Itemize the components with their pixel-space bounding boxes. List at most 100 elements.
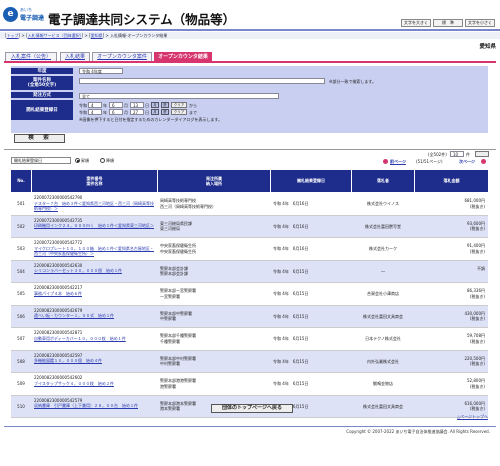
row-no: 504 <box>17 268 25 274</box>
row-place: 中村警察署 <box>160 361 180 366</box>
prev-arrow-icon[interactable] <box>383 159 388 164</box>
table-row: 506 220008230000054267​9 遺べい板・カウンター１，００式 始… <box>11 305 488 328</box>
row-case-name-link[interactable]: 遺べい板・カウンター１，００式 始め１件 <box>34 313 156 325</box>
from-year-input[interactable]: 4 <box>88 102 102 108</box>
row-date: 令和 4年 6月15日 <box>273 268 309 274</box>
row-case-name-link[interactable]: 収納書庫 引戸書庫（上下兼用）２８，００台 始め１件 <box>34 403 156 415</box>
order-desc-label: 降順 <box>106 158 114 163</box>
order-method-label: 発注方式 <box>11 92 73 99</box>
breadcrumb: [トップ] > [入札情報サービス（団体選択）] > [愛知県] > 入札情報-… <box>5 33 168 38</box>
row-winner: 株式会社富田謄写堂 <box>365 223 401 229</box>
table-row: 509 220008230000054260​2 ブイスタップサック４，０００枚 始… <box>11 373 488 396</box>
row-date: 令和 4年 6月16日 <box>273 201 309 206</box>
row-case-name-link[interactable]: マイクロプレート１０，１００箱 始め１件＜愛知県名古屋地区・西三河（中央家畜保健… <box>34 246 156 258</box>
case-name-input[interactable] <box>79 78 325 84</box>
year-select[interactable]: 令和 4年度 <box>79 68 123 74</box>
row-case-name-link[interactable]: 自動車用ボディーカバー１０，０００枚 始め１件 <box>34 336 156 348</box>
font-standard-button[interactable]: 標 準 <box>433 19 463 27</box>
table-row: 504 220008230000054263​0 シリコンラバーセット３０，０００個… <box>11 260 488 283</box>
row-winner: 日本テクノ株式会社 <box>365 336 401 341</box>
next-arrow-icon[interactable] <box>481 159 486 164</box>
back-to-org-top-button[interactable]: 団体のトップページへ戻る <box>211 404 293 413</box>
tab-bid-cases[interactable]: 入札案件（公告） <box>5 52 57 61</box>
row-date: 令和 4年 6月15日 <box>273 381 309 386</box>
table-row: 502 220007230000054273​5 印刷機用インク２４，０００ｍｌ 始… <box>11 215 488 238</box>
row-tax-note: (税抜き) <box>469 226 485 231</box>
per-page-apply-button[interactable] <box>475 151 489 157</box>
col-date: 開札結果登録日 <box>271 170 351 192</box>
per-page-suffix: 件 <box>466 152 470 157</box>
order-method-select[interactable]: 全て <box>79 93 279 99</box>
from-era: 令和 <box>79 103 87 108</box>
to-suffix: まで <box>189 110 197 115</box>
to-day-input[interactable]: 27 <box>130 109 144 115</box>
row-tax-note: (税抜き) <box>469 248 485 254</box>
from-dow: 月 <box>151 102 159 108</box>
from-clear-button[interactable]: クリア <box>171 102 187 108</box>
from-day-input[interactable]: 13 <box>130 102 144 108</box>
font-smaller-button[interactable]: 文字を小さく <box>465 19 495 27</box>
tab-bid-results[interactable]: 入札結果 <box>60 52 90 61</box>
from-day-unit: 日 <box>145 103 149 108</box>
row-date: 令和 4年 6月16日 <box>273 246 309 251</box>
breadcrumb-service[interactable]: 入札情報サービス（団体選択） <box>28 33 82 38</box>
app-title: 電子調達共同システム（物品等） <box>48 12 236 27</box>
row-tax-note: (税抜き) <box>469 406 485 411</box>
font-larger-button[interactable]: 文字を大きく <box>401 19 431 27</box>
logo-mark-icon: e <box>3 7 18 22</box>
aichi-logo[interactable]: e あいち 電子調達 <box>3 6 47 24</box>
col-winner: 落札者 <box>352 170 414 192</box>
breadcrumb-prefecture[interactable]: 愛知県 <box>91 33 103 38</box>
row-no: 505 <box>17 291 25 296</box>
tab-underline <box>4 61 496 63</box>
header: e あいち 電子調達 電子調達共同システム（物品等） 文字を大きく 標 準 文字… <box>0 0 500 28</box>
row-case-name-link[interactable]: シリコンラバーセット３０，０００個 始め１件 <box>34 268 156 280</box>
row-case-name-link[interactable]: ブイスタップサック４，０００枚 始め２件 <box>34 381 156 393</box>
to-dow: 月 <box>151 109 159 115</box>
row-no: 501 <box>17 201 25 206</box>
from-suffix: から <box>189 103 197 108</box>
row-tax-note: (税抜き) <box>469 203 485 209</box>
page-top-link[interactable]: △ページトップへ <box>457 414 488 420</box>
table-row: 508 220008230000054259​7 多機能図鑑１０，０００個 始め４件… <box>11 350 488 373</box>
from-month-input[interactable]: 6 <box>109 102 123 108</box>
from-calendar-icon[interactable]: 暦 <box>161 102 169 108</box>
tab-open-counter-cases[interactable]: オープンカウンタ案件 <box>92 52 152 61</box>
table-row: 503 220007230000054277​2 マイクロプレート１０，１００箱 始… <box>11 238 488 261</box>
order-desc-radio[interactable] <box>100 158 105 163</box>
row-date: 令和 4年 6月16日 <box>273 223 309 229</box>
case-name-sublabel: (全角50文字) <box>27 83 57 88</box>
footer-divider <box>4 426 496 427</box>
row-place: 警察本部会計課 <box>160 271 188 276</box>
calendar-note: ※画像を押下すると日付を指定するためのカレンダーダイアログを表示します。 <box>79 117 222 122</box>
row-winner: 内外弘業株式会社 <box>367 358 399 364</box>
row-no: 506 <box>17 313 25 319</box>
row-place: 港警察署 <box>160 383 176 389</box>
to-clear-button[interactable]: クリア <box>171 109 187 115</box>
row-case-name-link[interactable]: 多機能図鑑１０，０００個 始め４件 <box>34 358 156 370</box>
organization-name: 愛知県 <box>479 44 496 50</box>
tab-open-counter-results[interactable]: オープンカウンタ結果 <box>154 52 212 61</box>
breadcrumb-top[interactable]: トップ <box>7 33 19 38</box>
row-case-name-link[interactable]: 印刷機用インク２４，０００ｍｌ 始め１件＜愛知県東三河地区＞ <box>34 223 156 235</box>
prev-page-link[interactable]: 前ページ <box>390 159 406 165</box>
row-no: 507 <box>17 336 25 341</box>
col-dept: 発注所属 納入場所 <box>158 170 270 192</box>
to-month-input[interactable]: 6 <box>109 109 123 115</box>
copyright: Copyright © 2007-2022 あいち電子自治体推進協議会. All… <box>346 429 490 434</box>
row-winner: 合資会社小澤商店 <box>367 291 399 296</box>
row-place: 中央家畜保健衛生所 <box>160 248 196 254</box>
row-place: 中警察署 <box>160 316 176 321</box>
search-button[interactable]: 検 索 <box>14 134 65 143</box>
row-case-name-link[interactable]: 事務パイプ４本 始め６件 <box>34 291 156 303</box>
case-name-note: ※部分一致で検索します。 <box>329 79 376 84</box>
row-place: 一宮警察署 <box>160 293 180 299</box>
order-asc-radio[interactable] <box>75 158 80 163</box>
row-case-name-link[interactable]: テスター７台 始め３件＜愛知県西三河地区・西三河（岡崎高等技術専門校）＞ <box>34 201 156 213</box>
to-year-input[interactable]: 4 <box>88 109 102 115</box>
to-era: 令和 <box>79 110 87 115</box>
per-page-select[interactable]: 10 <box>450 151 464 157</box>
to-calendar-icon[interactable]: 暦 <box>161 109 169 115</box>
table-row: 505 220008230000054221​7 事務パイプ４本 始め６件 警察本部一… <box>11 283 488 306</box>
sort-key-select[interactable]: 開札結果登録日 <box>11 157 71 164</box>
